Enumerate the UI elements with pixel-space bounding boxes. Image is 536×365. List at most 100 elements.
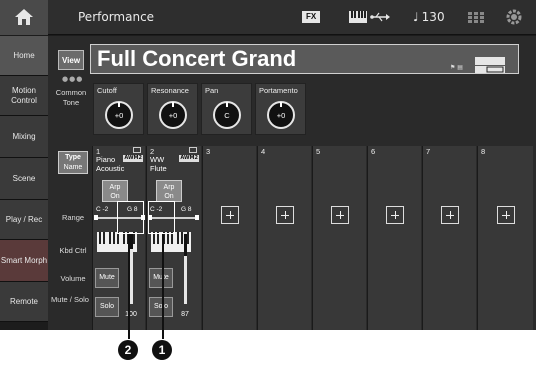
part-number: 7	[426, 147, 431, 156]
main-panel: View ●●● Full Concert Grand ⚑ ▤ Common T…	[48, 36, 536, 330]
keyboard-icon	[349, 11, 367, 23]
top-bar: Performance FX ♩ 130	[0, 0, 536, 35]
knob-label: Resonance	[151, 86, 189, 95]
add-part-5-button[interactable]	[331, 206, 349, 224]
add-part-6-button[interactable]	[386, 206, 404, 224]
part-number: 3	[206, 147, 211, 156]
tempo-display[interactable]: ♩ 130	[413, 10, 445, 24]
knob-cutoff[interactable]: Cutoff +0	[93, 83, 144, 135]
sidebar: Home Motion Control Mixing Scene Play / …	[0, 36, 48, 330]
name-label: Name	[63, 164, 83, 171]
add-part-4-button[interactable]	[276, 206, 294, 224]
usb-icon	[370, 12, 390, 22]
row-label-range: Range	[61, 213, 85, 222]
knob-resonance[interactable]: Resonance +0	[147, 83, 198, 135]
arp-state: On	[110, 193, 120, 200]
type-name-toggle[interactable]: Type Name	[58, 151, 88, 174]
page-indicator-dots: ●●●	[62, 75, 84, 83]
part-2-column[interactable]: 2 WW Flute AWM2 Arp On C -2 G 8 Mute Sol…	[146, 146, 201, 330]
note-limit-high-highlight	[117, 201, 144, 234]
callout-1-marker: 1	[152, 340, 172, 360]
part-3-column[interactable]: 3	[202, 146, 256, 330]
sidebar-item-home[interactable]: Home	[0, 36, 48, 76]
part-1-header[interactable]: 1 Piano Acoustic AWM2	[93, 146, 145, 176]
part-subcategory: Acoustic	[96, 164, 125, 173]
category-flag-icon: ⚑ ▤	[450, 64, 463, 71]
part-7-column[interactable]: 7	[422, 146, 476, 330]
part-2-solo-button[interactable]: Solo	[149, 297, 173, 317]
gear-icon[interactable]	[506, 9, 522, 25]
part-number: 4	[261, 147, 266, 156]
note-limit-high[interactable]: G 8	[181, 206, 191, 213]
part-number: 8	[481, 147, 486, 156]
part-1-column[interactable]: 1 Piano Acoustic AWM2 Arp On C -2 G 8 Mu…	[92, 146, 145, 330]
part-2-arp-button[interactable]: Arp On	[156, 180, 182, 202]
row-label-volume: Volume	[60, 274, 86, 283]
note-limit-low[interactable]: C -2	[96, 206, 108, 213]
knob-label: Portamento	[259, 86, 298, 95]
view-button[interactable]: View	[58, 50, 84, 70]
quick-access-icon[interactable]	[468, 12, 484, 23]
sidebar-item-smart-morph[interactable]: Smart Morph	[0, 240, 48, 282]
awm2-logo	[475, 57, 505, 73]
part-2-volume-slider[interactable]	[180, 234, 192, 304]
callout-2-marker: 2	[118, 340, 138, 360]
part-category: Piano	[96, 155, 116, 164]
row-label-kbd-ctrl: Kbd Ctrl	[59, 246, 87, 255]
common-tone-label: Common Tone	[55, 88, 87, 107]
part-1-solo-button[interactable]: Solo	[95, 297, 119, 317]
arp-label: Arp	[163, 184, 175, 191]
arp-state: On	[164, 193, 174, 200]
part-8-column[interactable]: 8	[477, 146, 533, 330]
knob-portamento[interactable]: Portamento +0	[255, 83, 306, 135]
row-label-mute-solo: Mute / Solo	[51, 295, 89, 304]
volume-fill	[184, 255, 187, 304]
knob-pan[interactable]: Pan C	[201, 83, 252, 135]
knob-value: C	[224, 111, 230, 120]
part-2-header[interactable]: 2 WW Flute AWM2	[147, 146, 201, 176]
add-part-3-button[interactable]	[221, 206, 239, 224]
awm2-badge: AWM2	[179, 155, 199, 162]
part-2-volume-value: 87	[181, 311, 189, 318]
range-handle-low[interactable]	[94, 215, 98, 220]
part-6-column[interactable]: 6	[367, 146, 421, 330]
range-handle-high[interactable]	[195, 215, 199, 220]
part-number: 5	[316, 147, 321, 156]
quarter-note-icon: ♩	[413, 10, 419, 24]
sidebar-item-remote[interactable]: Remote	[0, 282, 48, 322]
note-limit-low-highlight	[148, 201, 175, 234]
sidebar-item-scene[interactable]: Scene	[0, 158, 48, 200]
volume-fill	[130, 248, 133, 304]
add-part-8-button[interactable]	[497, 206, 515, 224]
part-number: 6	[371, 147, 376, 156]
sidebar-item-mixing[interactable]: Mixing	[0, 116, 48, 158]
sidebar-item-play-rec[interactable]: Play / Rec	[0, 200, 48, 240]
part-4-column[interactable]: 4	[257, 146, 311, 330]
tempo-value: 130	[421, 10, 445, 24]
knob-label: Cutoff	[97, 86, 117, 95]
home-icon	[15, 9, 33, 25]
add-part-7-button[interactable]	[441, 206, 459, 224]
knob-value: +0	[168, 111, 178, 120]
sidebar-item-motion-control[interactable]: Motion Control	[0, 76, 48, 116]
part-subcategory: Flute	[150, 164, 167, 173]
part-1-arp-button[interactable]: Arp On	[102, 180, 128, 202]
part-1-volume-value: 100	[125, 311, 137, 318]
knob-value: +0	[276, 111, 286, 120]
part-1-mute-button[interactable]: Mute	[95, 268, 119, 288]
part-category: WW	[150, 155, 165, 164]
knob-label: Pan	[205, 86, 219, 95]
keyboard-mini-icon	[133, 147, 141, 153]
keyboard-mini-icon	[189, 147, 197, 153]
type-label: Type	[65, 154, 81, 161]
home-button[interactable]	[0, 0, 48, 35]
callout-1-leader	[162, 234, 164, 339]
knob-value: +0	[114, 111, 124, 120]
part-2-mute-button[interactable]: Mute	[149, 268, 173, 288]
callout-2-leader	[128, 234, 130, 339]
part-5-column[interactable]: 5	[312, 146, 366, 330]
arp-label: Arp	[109, 184, 121, 191]
awm2-badge: AWM2	[123, 155, 143, 162]
performance-screen: Performance FX ♩ 130 Home Motion Control…	[0, 0, 536, 330]
screen-title: Performance	[78, 10, 155, 24]
